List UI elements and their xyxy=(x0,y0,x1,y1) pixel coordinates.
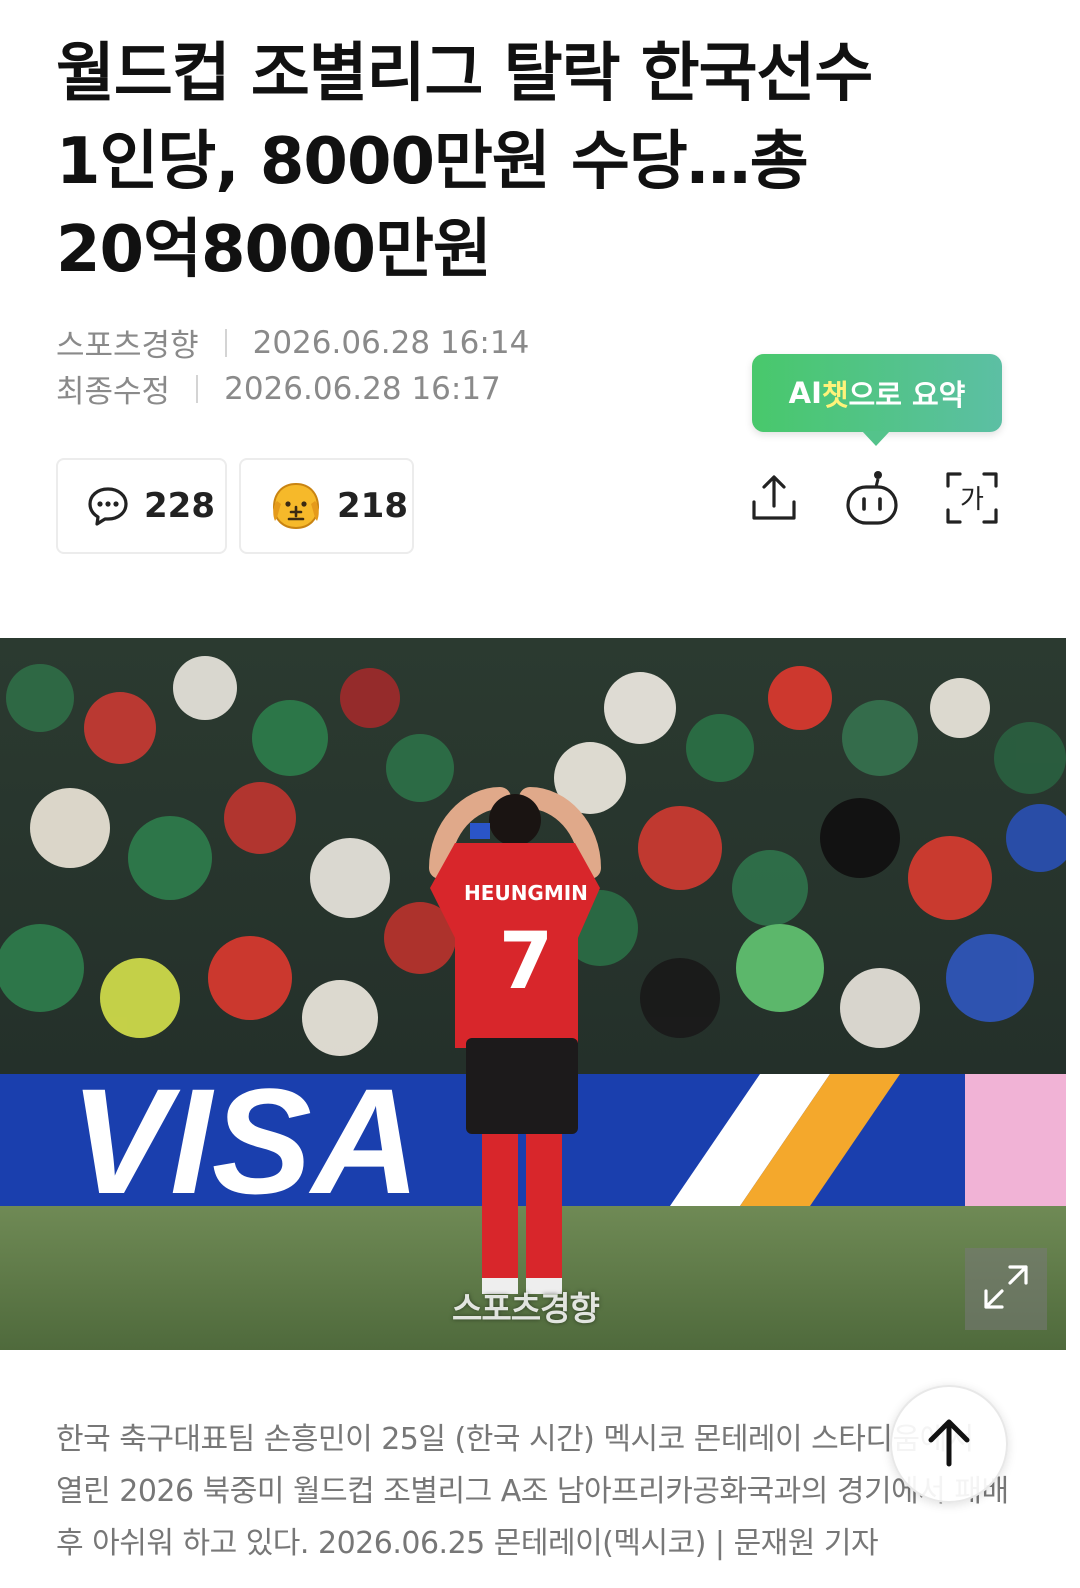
modified-time: 2026.06.28 16:17 xyxy=(224,370,501,407)
bot-button[interactable] xyxy=(842,470,902,530)
reaction-emoji-icon xyxy=(269,481,323,531)
publish-info: 스포츠경향 2026.06.28 16:14 xyxy=(56,320,529,365)
photo-caption: 한국 축구대표팀 손흥민이 25일 (한국 시간) 멕시코 몬테레이 스타디움에… xyxy=(56,1422,1009,1561)
bot-icon xyxy=(844,469,900,531)
bubble-tail xyxy=(862,431,890,446)
reaction-count: 218 xyxy=(337,486,408,526)
jersey-number: 7 xyxy=(499,917,553,1007)
scroll-top-button[interactable] xyxy=(890,1385,1008,1503)
ad-board-text: VISA xyxy=(70,1057,420,1225)
comment-icon xyxy=(86,485,130,527)
expand-photo-button[interactable] xyxy=(965,1248,1047,1330)
arrow-up-icon xyxy=(925,1416,973,1472)
article-source[interactable]: 스포츠경향 xyxy=(56,320,199,365)
font-icon-text: 가 xyxy=(960,485,984,515)
published-time: 2026.06.28 16:14 xyxy=(252,324,530,361)
font-size-button[interactable]: 가 xyxy=(942,470,1002,530)
ai-summary-prefix: AI xyxy=(788,376,822,410)
modified-label: 최종수정 xyxy=(56,374,171,410)
comments-count: 228 xyxy=(144,486,215,526)
ai-summary-highlight: 챗 xyxy=(821,378,849,412)
divider xyxy=(196,374,199,403)
photo-watermark: 스포츠경향 xyxy=(452,1289,600,1328)
article-photo[interactable]: VISA HEUNGMIN 7 xyxy=(0,638,1066,1350)
comments-button[interactable]: 228 xyxy=(56,458,227,554)
jersey-name: HEUNGMIN xyxy=(464,881,588,905)
ai-summary-button[interactable]: AI 챗 으로 요약 xyxy=(752,354,1002,446)
article-title: 월드컵 조별리그 탈락 한국선수 1인당, 8000만원 수당…총 20억800… xyxy=(56,37,873,287)
ai-summary-suffix: 으로 요약 xyxy=(848,378,966,412)
reaction-button[interactable]: 218 xyxy=(239,458,414,554)
font-size-icon: 가 xyxy=(944,470,1000,530)
share-icon xyxy=(748,472,800,528)
divider xyxy=(224,328,227,357)
share-button[interactable] xyxy=(744,470,804,530)
modified-info: 최종수정 2026.06.28 16:17 xyxy=(56,366,501,411)
expand-icon xyxy=(980,1261,1032,1317)
